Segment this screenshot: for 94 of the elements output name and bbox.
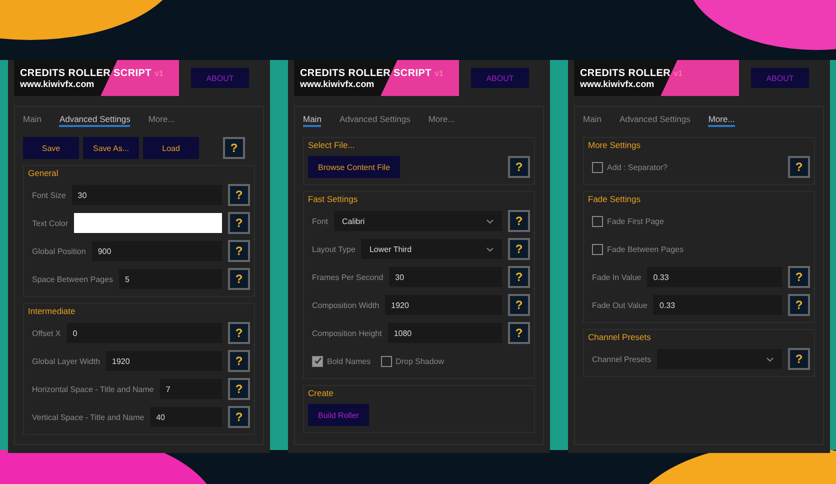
action-button[interactable]: Browse Content File (308, 156, 400, 178)
help-button[interactable]: ? (508, 266, 530, 288)
dropdown[interactable]: Lower Third (361, 239, 502, 259)
field-label: Channel Presets (591, 354, 652, 364)
tab[interactable]: Advanced Settings (59, 113, 130, 127)
field-label: Font Size (31, 190, 66, 200)
tab[interactable]: Main (583, 113, 602, 127)
help-button[interactable]: ? (228, 268, 250, 290)
field-label: Fade In Value (591, 272, 642, 282)
section-title: Select File... (308, 140, 356, 150)
logo-url: www.kiwivfx.com (580, 78, 656, 88)
field-label: Layout Type (311, 244, 356, 254)
field-label: Vertical Space - Title and Name (31, 412, 144, 422)
input-field[interactable]: 30 (389, 267, 502, 287)
tab[interactable]: More... (148, 113, 175, 127)
input-field[interactable]: 40 (150, 407, 222, 427)
input-field[interactable]: 5 (118, 269, 222, 289)
section-title: General (28, 168, 60, 178)
field-label: Offset X (31, 328, 61, 338)
field-label: Text Color (31, 218, 68, 228)
field-label: Global Layer Width (31, 356, 100, 366)
field-label: Fade Out Value (591, 300, 648, 310)
logo-version: v1 (154, 68, 164, 78)
input-field[interactable]: 7 (160, 379, 222, 399)
section-title: Create (308, 388, 335, 398)
logo-version: v1 (434, 68, 444, 78)
checkbox[interactable] (592, 216, 603, 226)
logo-version: v1 (674, 68, 682, 78)
help-button[interactable]: ? (228, 350, 250, 372)
help-button[interactable]: ? (228, 378, 250, 400)
help-button[interactable]: ? (508, 322, 530, 344)
checkbox-option[interactable]: Add : Separator? (592, 162, 668, 172)
checkbox-option[interactable]: Fade First Page (592, 216, 664, 226)
help-button[interactable]: ? (228, 406, 250, 428)
section-title: Fast Settings (308, 194, 359, 204)
section-title: Intermediate (28, 306, 76, 316)
checkbox-option[interactable]: Drop Shadow (380, 356, 444, 366)
input-field[interactable]: 1080 (388, 323, 502, 343)
action-button[interactable]: Save As... (83, 137, 140, 159)
input-field[interactable]: 0.33 (647, 267, 782, 287)
chevron-icon (486, 218, 494, 224)
section-title: More Settings (588, 140, 642, 150)
logo-url: www.kiwivfx.com (20, 78, 96, 88)
field-label: Global Position (31, 246, 86, 256)
tab[interactable]: Advanced Settings (619, 113, 690, 127)
help-button[interactable]: ? (508, 238, 530, 260)
help-button[interactable]: ? (223, 137, 245, 159)
input-field[interactable]: 0.33 (653, 295, 782, 315)
action-button[interactable]: Build Roller (308, 404, 369, 426)
help-button[interactable]: ? (508, 294, 530, 316)
dropdown[interactable]: Calibri (334, 211, 502, 231)
checkbox[interactable] (380, 356, 392, 366)
checkbox[interactable] (312, 356, 323, 366)
field-label: Font (311, 216, 328, 226)
action-button[interactable]: Save (23, 137, 79, 159)
field-label: Space Between Pages (31, 274, 113, 284)
logo-title: CREDITS ROLLER SCRIPT (20, 68, 152, 78)
field-label: Frames Per Second (311, 272, 384, 282)
help-button[interactable]: ? (788, 294, 810, 316)
input-field[interactable]: 1920 (385, 295, 502, 315)
field-label: Composition Width (311, 300, 380, 310)
help-button[interactable]: ? (228, 212, 250, 234)
chevron-icon (766, 356, 774, 362)
help-button[interactable]: ? (788, 156, 810, 178)
section-title: Channel Presets (588, 332, 652, 342)
input-field[interactable]: 0 (66, 323, 222, 343)
input-field[interactable]: 900 (92, 241, 222, 261)
tab[interactable]: More... (708, 113, 735, 127)
help-button[interactable]: ? (508, 210, 530, 232)
input-field[interactable]: 30 (72, 185, 222, 205)
checkbox[interactable] (592, 162, 603, 172)
help-button[interactable]: ? (228, 240, 250, 262)
help-button[interactable]: ? (788, 348, 810, 370)
logo-title: CREDITS ROLLER SCRIPT (300, 68, 432, 78)
help-button[interactable]: ? (228, 184, 250, 206)
help-button[interactable]: ? (228, 322, 250, 344)
tab[interactable]: Advanced Settings (339, 113, 410, 127)
checkbox-option[interactable]: Bold Names (312, 356, 371, 366)
field-label: Composition Height (311, 328, 382, 338)
tab[interactable]: Main (23, 113, 42, 127)
action-button[interactable]: Load (143, 137, 200, 159)
tab[interactable]: More... (428, 113, 455, 127)
field-label: Horizontal Space - Title and Name (31, 384, 154, 394)
section-title: Fade Settings (588, 194, 642, 204)
checkbox-option[interactable]: Fade Between Pages (592, 244, 684, 254)
chevron-icon (486, 246, 494, 252)
input-field[interactable]: 1920 (106, 351, 222, 371)
checkbox[interactable] (592, 244, 603, 254)
logo-title: CREDITS ROLLER (580, 68, 671, 78)
color-swatch[interactable] (74, 213, 222, 233)
logo-url: www.kiwivfx.com (300, 78, 376, 88)
help-button[interactable]: ? (508, 156, 530, 178)
help-button[interactable]: ? (788, 266, 810, 288)
tab[interactable]: Main (303, 113, 322, 127)
